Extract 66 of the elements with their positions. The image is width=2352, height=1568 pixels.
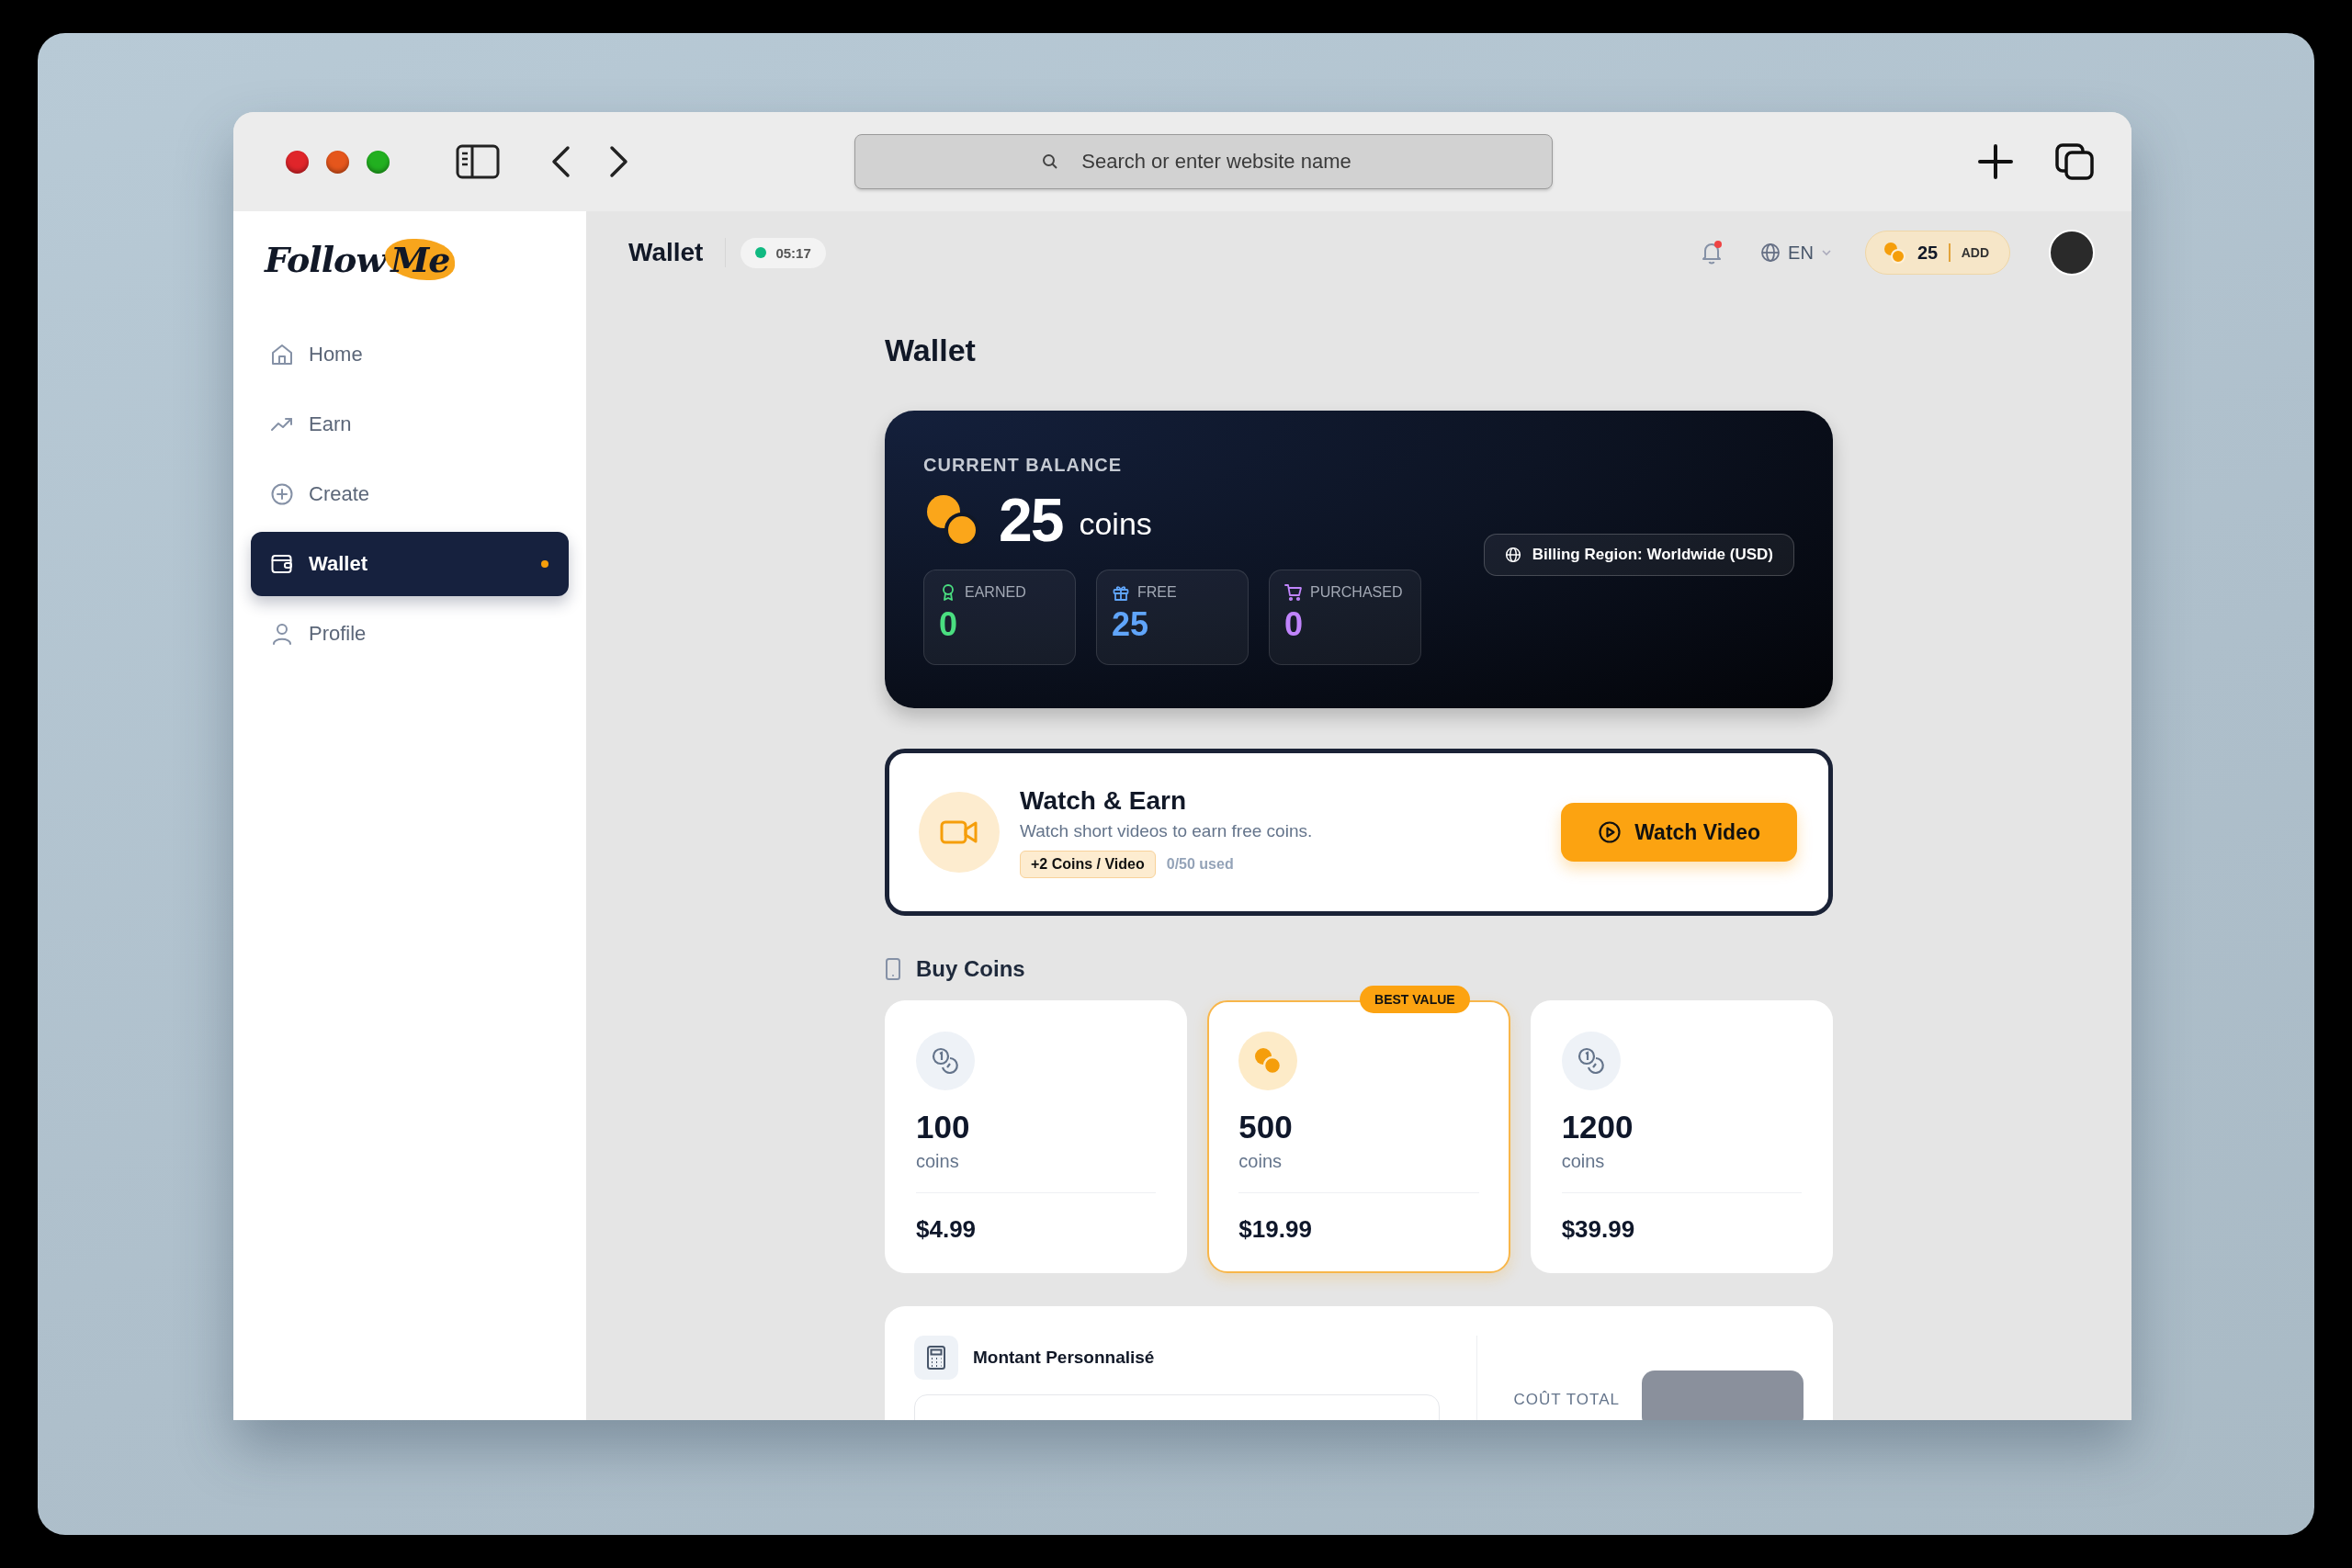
watch-earn-description: Watch short videos to earn free coins. — [1020, 821, 1314, 841]
stat-value: 25 — [1112, 604, 1150, 644]
nav-item[interactable]: Earn — [251, 392, 569, 457]
phone-icon — [885, 957, 901, 981]
minimize-window-button[interactable] — [326, 150, 349, 174]
sidebar-toggle-icon[interactable] — [456, 144, 500, 179]
user-icon — [270, 622, 294, 646]
page-title: Wallet — [885, 333, 977, 368]
new-tab-icon[interactable] — [1977, 143, 2014, 180]
globe-icon — [1504, 547, 1521, 563]
timer-badge: 05:17 — [741, 237, 826, 268]
add-coins-link[interactable]: ADD — [1961, 245, 1989, 260]
coin-pack-card[interactable]: 100 coins $4.99 — [885, 1000, 1188, 1273]
balance-label: CURRENT BALANCE — [923, 454, 1124, 476]
best-value-badge: BEST VALUE — [1360, 986, 1470, 1013]
avatar[interactable] — [2049, 230, 2095, 276]
reward-tag: +2 Coins / Video — [1020, 851, 1156, 878]
nav-item[interactable]: Create — [251, 462, 569, 526]
search-icon — [1042, 153, 1058, 170]
usage-count: 0/50 used — [1166, 856, 1234, 873]
nav-item[interactable]: Wallet — [251, 532, 569, 596]
coin-pack-card[interactable]: 1200 coins $39.99 — [1530, 1000, 1833, 1273]
header-title: Wallet — [628, 238, 727, 267]
coin-count: 25 — [1917, 242, 1939, 264]
nav-item[interactable]: Profile — [251, 602, 569, 666]
stat-label: PURCHASED — [1310, 583, 1403, 601]
forward-icon[interactable] — [609, 145, 629, 178]
nav-item[interactable]: Home — [251, 322, 569, 387]
balance-unit: coins — [1079, 506, 1152, 542]
stat-label: EARNED — [965, 583, 1026, 601]
plus-circle-icon — [270, 482, 294, 506]
close-window-button[interactable] — [286, 150, 309, 174]
zoom-window-button[interactable] — [367, 150, 390, 174]
coins-icon — [1882, 241, 1906, 265]
wallet-icon — [270, 552, 294, 576]
section-title: Buy Coins — [916, 956, 1025, 982]
coin-amount: 100 — [916, 1109, 971, 1145]
stat-value: 0 — [1284, 604, 1305, 644]
language-code: EN — [1788, 242, 1814, 264]
home-icon — [270, 343, 294, 367]
coin-amount: 1200 — [1561, 1109, 1634, 1145]
address-bar[interactable]: Search or enter website name — [854, 134, 1553, 189]
total-cost-label: COÛT TOTAL — [1513, 1391, 1620, 1409]
coin-unit: coins — [916, 1151, 960, 1172]
coin-unit: coins — [1238, 1151, 1283, 1172]
coin-unit: coins — [1561, 1151, 1606, 1172]
balance-amount: 25 — [999, 484, 1063, 555]
chevron-down-icon — [1820, 249, 1832, 256]
back-icon[interactable] — [550, 145, 571, 178]
globe-icon — [1760, 243, 1781, 263]
language-selector[interactable]: EN — [1760, 242, 1832, 264]
coin-amount: 500 — [1238, 1109, 1294, 1145]
stat-value: 0 — [939, 604, 959, 644]
calculator-icon — [914, 1336, 958, 1380]
custom-amount-title: Montant Personnalisé — [973, 1348, 1155, 1368]
play-icon — [1598, 820, 1623, 844]
pack-price: $39.99 — [1561, 1215, 1636, 1244]
pack-price: $4.99 — [916, 1215, 978, 1244]
stat-label: FREE — [1137, 583, 1177, 601]
logo[interactable]: FollowMe — [265, 239, 456, 280]
watch-earn-title: Watch & Earn — [1020, 786, 1187, 816]
active-indicator-dot — [541, 560, 548, 568]
watch-video-button[interactable]: Watch Video — [1561, 803, 1797, 862]
billing-region-text: Billing Region: Worldwide (USD) — [1532, 546, 1773, 564]
pack-price: $19.99 — [1238, 1215, 1313, 1244]
tabs-icon[interactable] — [2054, 142, 2095, 181]
